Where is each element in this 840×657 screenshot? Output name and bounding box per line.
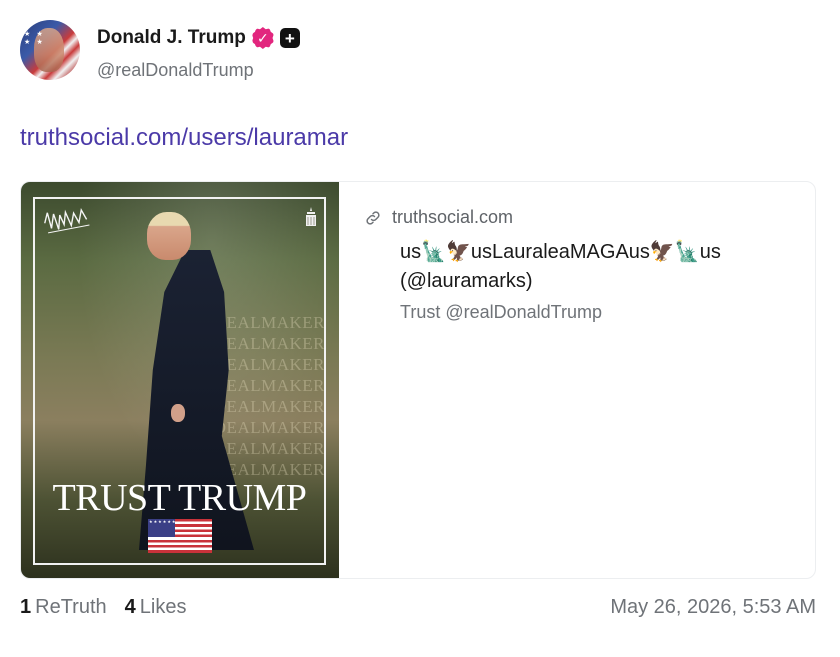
plus-square-icon: + [279,28,300,48]
figure-head [147,212,191,260]
us-flag-icon: ★★★★★★★★★★★★★★★★★★★★★★★★★★★★★★ [148,519,212,553]
link-preview-body: truthsocial.com us🗽🦅usLauraleaMAGAus🦅🗽us… [364,207,804,323]
figure-hand [171,404,185,422]
signature-icon [44,208,90,234]
retruth-stat[interactable]: 1 ReTruth [20,596,107,619]
likes-count: 4 [124,596,136,618]
link-domain-row: truthsocial.com [364,207,804,228]
author-name-row: Donald J. Trump ✓ + [97,27,300,49]
link-title: us🗽🦅usLauraleaMAGAus🦅🗽us (@lauramarks) [400,241,721,292]
likes-label: Likes [139,596,187,618]
link-icon [366,210,380,225]
verified-badge-icon: ✓ [251,27,274,49]
retruth-label: ReTruth [35,596,107,618]
post-link[interactable]: truthsocial.com/users/lauramar [20,124,348,152]
avatar[interactable]: ★ ★ ★ ★ [20,20,80,80]
link-preview-card[interactable]: DEALMAKER DEALMAKER DEALMAKER DEALMAKER DEAL… [20,181,816,579]
link-description: Trust @realDonaldTrump [400,302,602,322]
link-domain: truthsocial.com [392,207,514,227]
likes-stat[interactable]: 4 Likes [125,596,187,619]
link-preview-image: DEALMAKER DEALMAKER DEALMAKER DEALMAKER DEAL… [21,182,339,578]
avatar-stars-icon: ★ ★ ★ ★ [24,30,45,46]
post-stats: 1 ReTruth 4 Likes [20,596,186,619]
author-handle[interactable]: @realDonaldTrump [97,60,254,81]
flag-canton: ★★★★★★★★★★★★★★★★★★★★★★★★★★★★★★ [148,519,175,537]
retruth-count: 1 [20,596,32,618]
white-house-seal-icon [304,206,318,228]
author-display-name[interactable]: Donald J. Trump [97,27,246,49]
image-headline: TRUST TRUMP [52,477,307,519]
post-timestamp[interactable]: May 26, 2026, 5:53 AM [610,596,816,619]
signature-mark [41,203,95,245]
